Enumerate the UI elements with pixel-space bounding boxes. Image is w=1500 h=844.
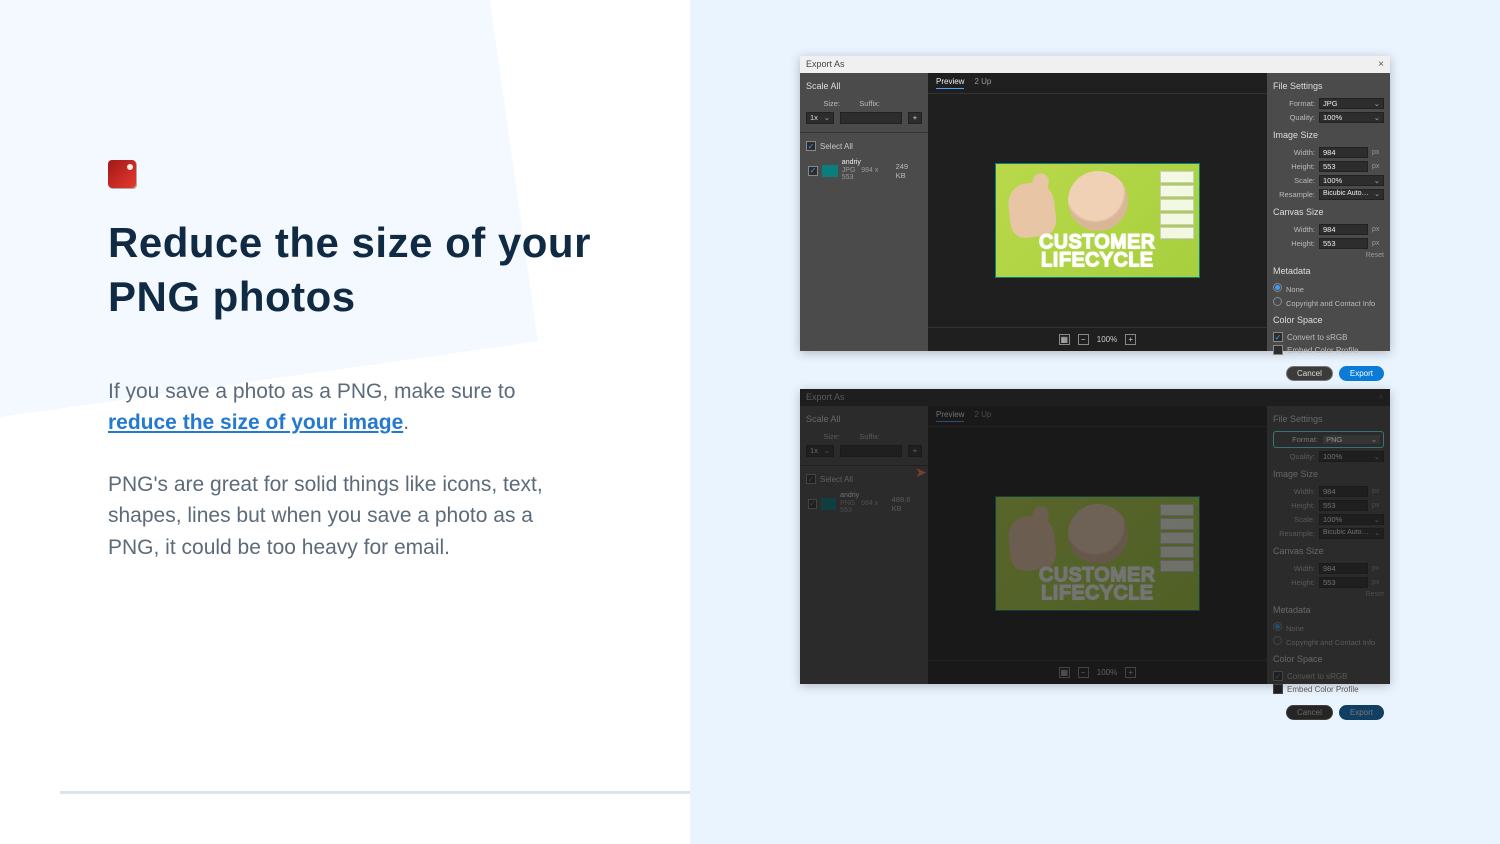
asset-row[interactable]: ✓ andriy JPG 984 x 553 249 KB [806,155,922,186]
asset-ext: PNG [840,500,855,507]
width-input[interactable]: 984 [1319,147,1368,158]
resample-label: Resample: [1273,190,1315,199]
dialog-titlebar: Export As × [800,56,1390,73]
dialog-settings-column: File Settings Format: JPG Quality: 100% … [1267,73,1390,351]
close-icon[interactable]: × [1378,59,1384,70]
preview-area: CUSTOMER LIFECYCLE [928,94,1267,327]
zoom-bar: ▦ − 100% + [928,327,1267,351]
meta-none-radio[interactable]: None [1273,283,1384,294]
dialog-title: Export As [806,59,845,70]
export-dialog-jpg: Export As × Scale All Size: Suffix: 1x +… [800,56,1390,351]
px-unit: px [1372,163,1384,170]
scale-all-label: Scale All [806,81,922,91]
tab-twoup[interactable]: 2 Up [974,77,991,89]
suffix-input[interactable] [840,445,902,457]
size-select[interactable]: 1x [806,112,834,124]
size-label: Size: [806,99,840,108]
srgb-checkbox[interactable]: ✓Convert to sRGB [1273,332,1384,342]
scale-label: Scale: [1273,176,1315,185]
p1-text-post: . [403,411,409,434]
asset-thumb [822,165,838,177]
select-all-row[interactable]: ✓ Select All [806,141,922,151]
width-label: Width: [1273,148,1315,157]
dialog-left-column: Scale All Size: Suffix: 1x + ✓ Select Al… [800,73,928,351]
paragraph-1: If you save a photo as a PNG, make sure … [108,376,548,439]
dialog-titlebar: Export As × [800,389,1390,406]
suffix-label: Suffix: [846,99,880,108]
checkbox-icon[interactable]: ✓ [806,141,816,151]
reduce-size-link[interactable]: reduce the size of your image [108,411,403,434]
cancel-button[interactable]: Cancel [1286,366,1333,381]
quality-label: Quality: [1273,113,1315,122]
format-label: Format: [1273,99,1315,108]
cancel-button[interactable]: Cancel [1286,705,1333,720]
resample-select[interactable]: Bicubic Auto… [1319,189,1384,200]
checkbox-icon[interactable]: ✓ [808,166,818,176]
asset-size: 249 KB [896,162,920,180]
dialog-left-column: Scale All Size: Suffix: 1x + ✓Select All… [800,406,928,684]
cwidth-label: Width: [1273,225,1315,234]
select-all-row[interactable]: ✓Select All [806,474,922,484]
dialog-preview-column: Preview 2 Up CUSTOMER L [928,73,1267,351]
format-select[interactable]: JPG [1319,98,1384,109]
preview-image: CUSTOMER LIFECYCLE [995,163,1200,278]
cheight-label: Height: [1273,239,1315,248]
canvas-size-header: Canvas Size [1273,207,1384,217]
size-select[interactable]: 1x [806,445,834,457]
height-label: Height: [1273,162,1315,171]
file-settings-header: File Settings [1273,81,1384,91]
suffix-input[interactable] [840,112,902,124]
colorspace-header: Color Space [1273,315,1384,325]
asset-size: 488.6 KB [892,495,920,513]
zoom-value: 100% [1097,335,1117,344]
quality-select[interactable]: 100% [1319,112,1384,123]
px-unit: px [1372,149,1384,156]
format-select[interactable]: PNG [1322,434,1381,445]
zoom-in-icon[interactable]: + [1125,334,1136,345]
tab-preview[interactable]: Preview [936,77,964,89]
zoom-out-icon[interactable]: − [1078,334,1089,345]
screenshot-pane: Export As × Scale All Size: Suffix: 1x +… [690,0,1500,844]
tab-preview[interactable]: Preview [936,410,964,422]
divider [60,791,690,794]
asset-name: andriy [842,159,892,167]
height-input[interactable]: 553 [1319,161,1368,172]
article-pane: Reduce the size of your PNG photos If yo… [0,0,690,844]
scale-select[interactable]: 100% [1319,175,1384,186]
zoom-in-icon[interactable]: + [1125,667,1136,678]
cwidth-input[interactable]: 984 [1319,224,1368,235]
radio-on-icon [1273,283,1282,292]
cursor-icon: ➤ [915,464,927,481]
image-size-header: Image Size [1273,130,1384,140]
preview-caption: CUSTOMER LIFECYCLE [1005,234,1190,270]
add-scale-button[interactable]: + [908,445,922,457]
paragraph-2: PNG's are great for solid things like ic… [108,469,548,564]
export-button[interactable]: Export [1339,366,1384,381]
embed-checkbox[interactable]: Embed Color Profile [1273,345,1384,355]
asset-row[interactable]: ✓ andriy PNG 984 x 553 488.6 KB [806,488,922,519]
asset-ext: JPG [842,167,856,174]
metadata-header: Metadata [1273,266,1384,276]
grid-icon[interactable]: ▦ [1059,667,1070,678]
cheight-input[interactable]: 553 [1319,238,1368,249]
grid-icon[interactable]: ▦ [1059,334,1070,345]
page-title: Reduce the size of your PNG photos [108,216,600,324]
add-scale-button[interactable]: + [908,112,922,124]
p1-text-pre: If you save a photo as a PNG, make sure … [108,380,515,403]
siren-icon [108,160,136,188]
radio-icon [1273,297,1282,306]
meta-copyright-radio[interactable]: Copyright and Contact Info [1273,297,1384,308]
export-button[interactable]: Export [1339,705,1384,720]
close-icon[interactable]: × [1378,392,1384,403]
tab-twoup[interactable]: 2 Up [974,410,991,422]
select-all-label: Select All [820,142,853,151]
zoom-out-icon[interactable]: − [1078,667,1089,678]
reset-link[interactable]: Reset [1273,252,1384,259]
export-dialog-png: Export As × Scale All Size: Suffix: 1x +… [800,389,1390,684]
